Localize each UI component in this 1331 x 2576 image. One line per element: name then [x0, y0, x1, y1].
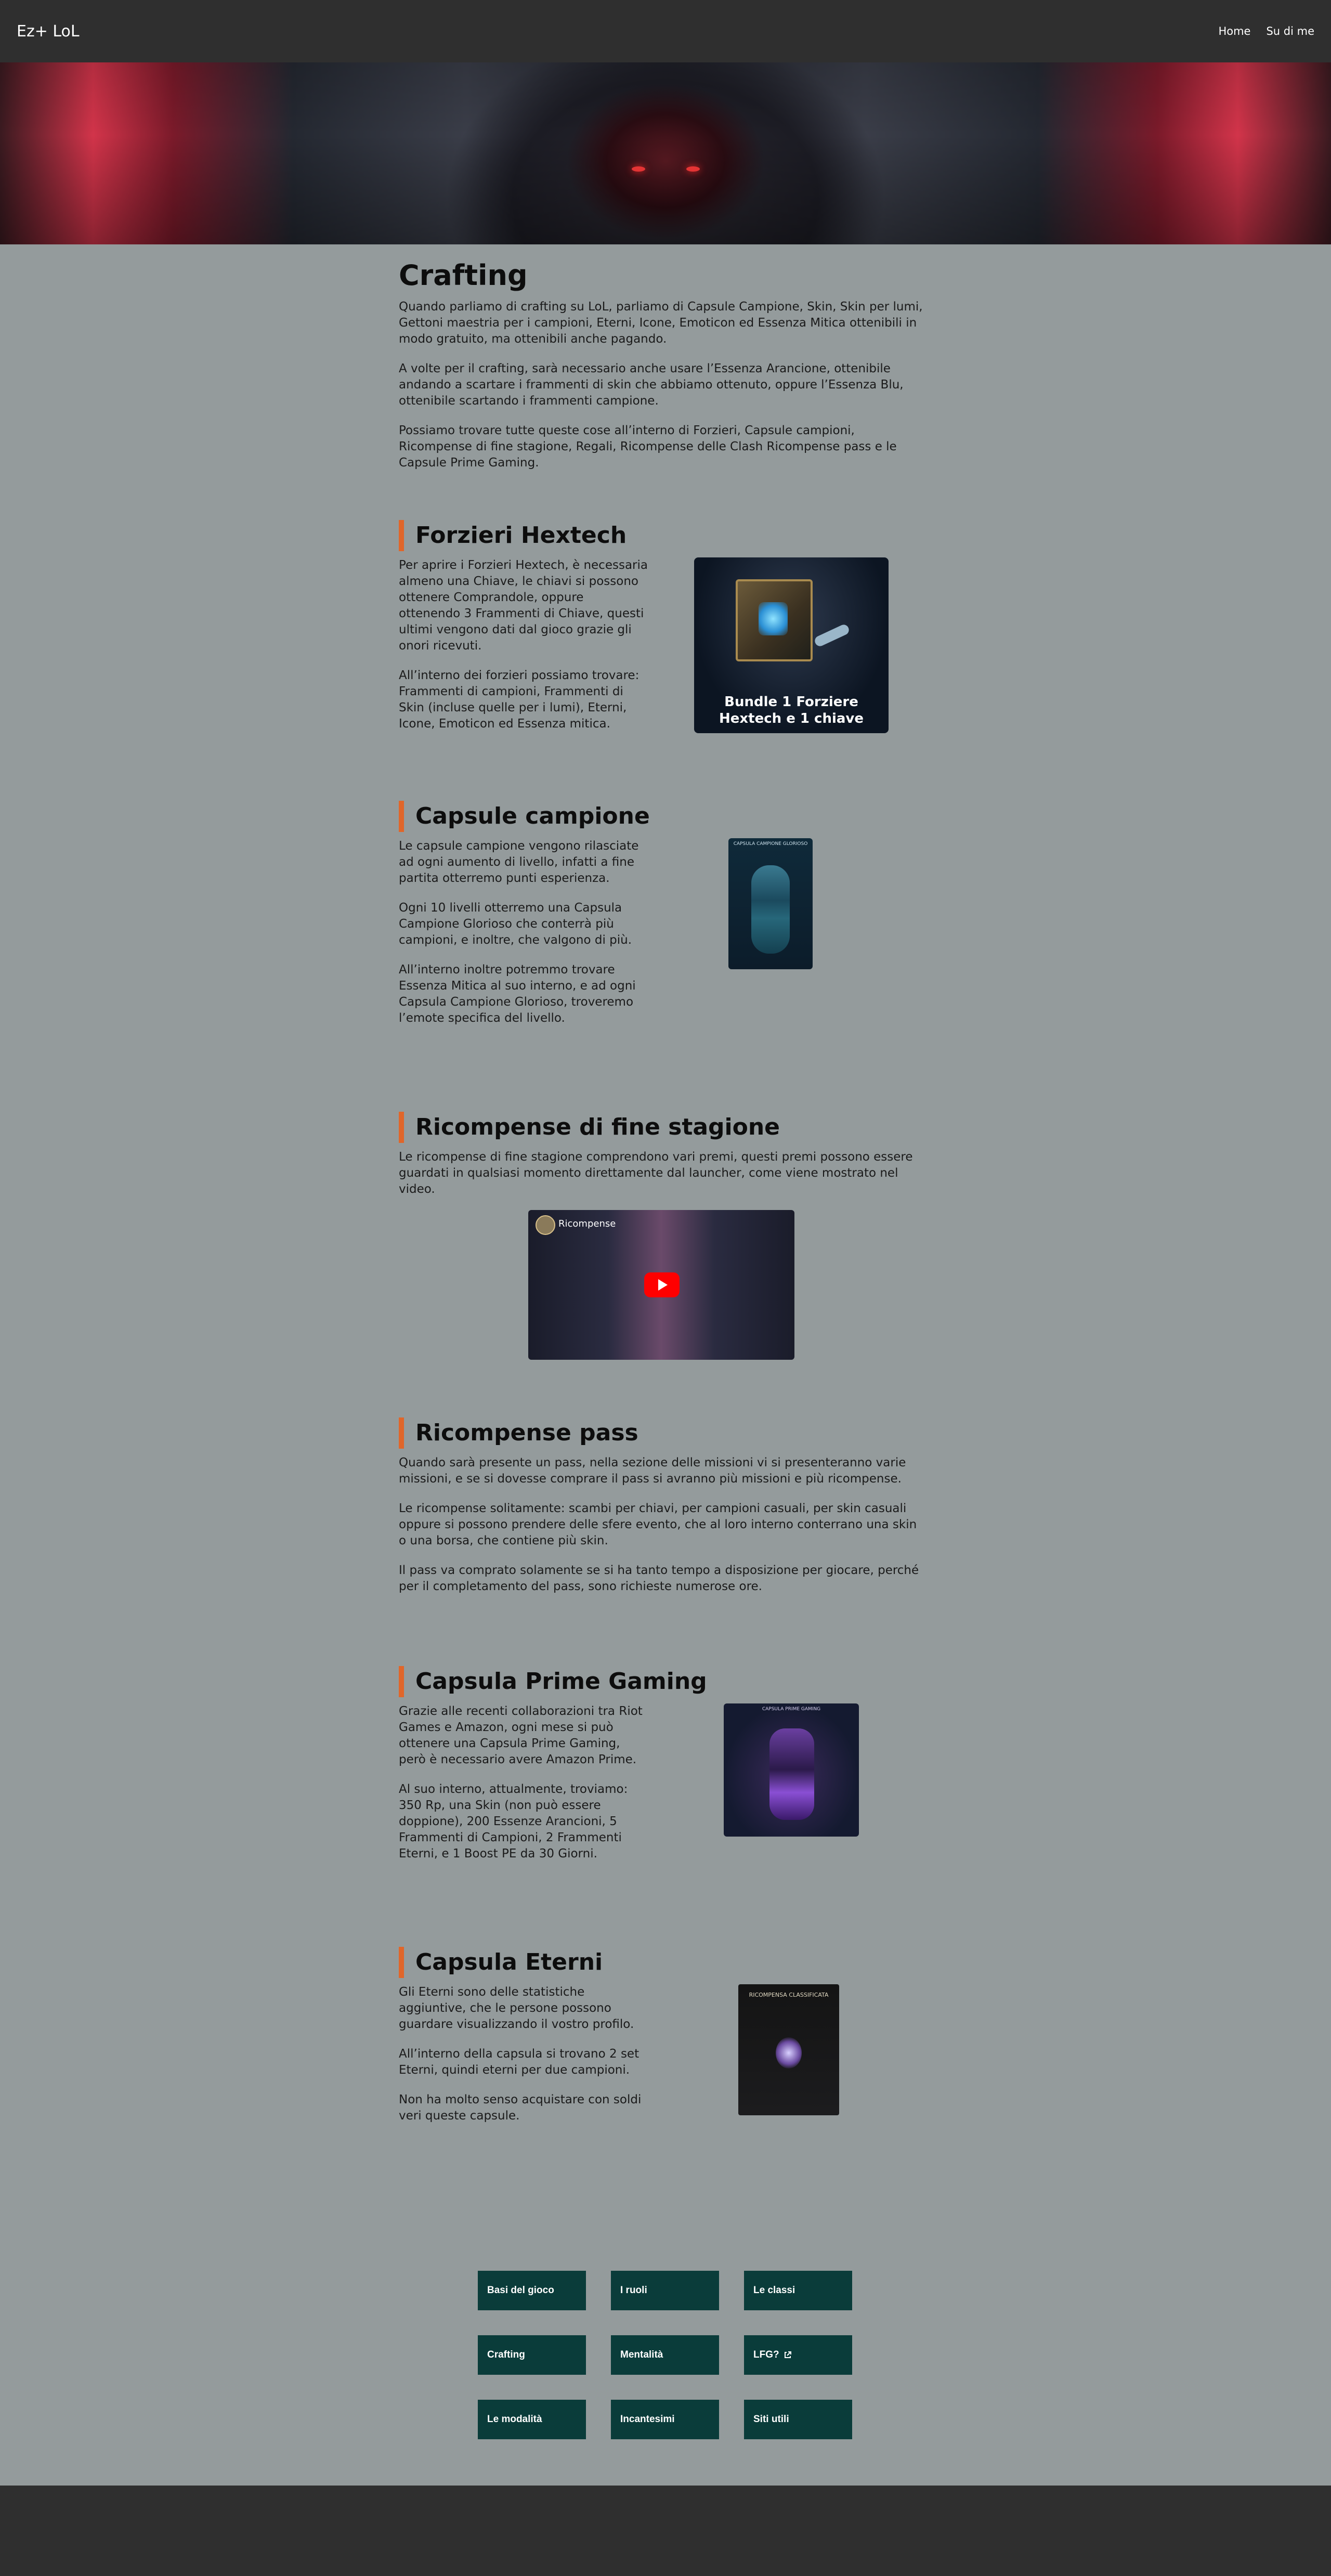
- section-paragraph: All’interno della capsula si trovano 2 s…: [399, 2047, 640, 2077]
- external-link-icon: [784, 2351, 791, 2358]
- section-paragraph: Le ricompense di fine stagione comprendo…: [399, 1150, 913, 1196]
- section-paragraph: Quando sarà presente un pass, nella sezi…: [399, 1456, 906, 1486]
- play-icon: [658, 1279, 668, 1291]
- play-button[interactable]: [644, 1272, 680, 1297]
- brand-logo[interactable]: Ez+ LoL: [17, 22, 80, 41]
- page-link-grid: Basi del gioco I ruoli Le classi Craftin…: [478, 2271, 852, 2439]
- intro-section: Crafting Quando parliamo di crafting su …: [399, 244, 924, 471]
- section-paragraph: Le ricompense solitamente: scambi per ch…: [399, 1502, 917, 1547]
- navbar: Ez+ LoL Home Su di me: [0, 0, 1331, 62]
- link-lfg-label: LFG?: [753, 2349, 779, 2360]
- section-title: Ricompense di fine stagione: [399, 1112, 924, 1143]
- footer: [0, 2486, 1331, 2576]
- section-paragraph: Il pass va comprato solamente se si ha t…: [399, 1564, 919, 1593]
- hextech-chest-image: Bundle 1 Forziere Hextech e 1 chiave: [694, 557, 889, 733]
- image-label: RICOMPENSA CLASSIFICATA: [749, 1992, 829, 1998]
- section-paragraph: Al suo interno, attualmente, troviamo: 3…: [399, 1783, 628, 1861]
- hero-eye-left: [632, 166, 645, 172]
- capsule-icon: [769, 1728, 814, 1820]
- eterni-capsule-image: RICOMPENSA CLASSIFICATA: [738, 1984, 839, 2115]
- key-icon: [813, 623, 851, 648]
- section-title: Capsule campione: [399, 801, 924, 832]
- section-prime: Capsula Prime Gaming Grazie alle recenti…: [399, 1666, 924, 1862]
- hero-banner: [0, 62, 1331, 244]
- link-basi-del-gioco[interactable]: Basi del gioco: [478, 2271, 586, 2310]
- section-paragraph: Le capsule campione vengono rilasciate a…: [399, 839, 639, 885]
- section-stagione: Ricompense di fine stagione Le ricompens…: [399, 1112, 924, 1360]
- image-label: CAPSULA CAMPIONE GLORIOSO: [733, 841, 808, 847]
- section-title: Capsula Prime Gaming: [399, 1666, 924, 1697]
- video-title[interactable]: Ricompense: [558, 1218, 616, 1229]
- link-le-modalita[interactable]: Le modalità: [478, 2400, 586, 2439]
- hero-eye-right: [686, 166, 700, 172]
- link-mentalita[interactable]: Mentalità: [611, 2335, 719, 2375]
- section-paragraph: All’interno dei forzieri possiamo trovar…: [399, 669, 640, 731]
- link-lfg[interactable]: LFG?: [744, 2335, 852, 2375]
- section-capsule: Capsule campione Le capsule campione ven…: [399, 801, 924, 1026]
- image-caption: Bundle 1 Forziere Hextech e 1 chiave: [719, 694, 864, 726]
- section-paragraph: Per aprire i Forzieri Hextech, è necessa…: [399, 558, 648, 653]
- section-paragraph: All’interno inoltre potremmo trovare Ess…: [399, 963, 636, 1025]
- nav-link-about[interactable]: Su di me: [1266, 25, 1314, 37]
- section-eterni: Capsula Eterni Gli Eterni sono delle sta…: [399, 1947, 924, 2124]
- champion-capsule-image: CAPSULA CAMPIONE GLORIOSO: [728, 838, 813, 969]
- intro-paragraph: A volte per il crafting, sarà necessario…: [399, 362, 904, 408]
- page-title: Crafting: [399, 259, 528, 292]
- channel-avatar: [536, 1215, 555, 1235]
- nav-links: Home Su di me: [1218, 25, 1314, 37]
- intro-paragraph: Possiamo trovare tutte queste cose all’i…: [399, 424, 897, 470]
- section-title: Forzieri Hextech: [399, 520, 924, 551]
- section-paragraph: Ogni 10 livelli otterremo una Capsula Ca…: [399, 901, 632, 947]
- image-label: CAPSULA PRIME GAMING: [762, 1707, 821, 1712]
- section-paragraph: Non ha molto senso acquistare con soldi …: [399, 2093, 642, 2123]
- chest-icon: [736, 579, 813, 661]
- section-title: Capsula Eterni: [399, 1947, 924, 1978]
- prime-capsule-image: CAPSULA PRIME GAMING: [724, 1703, 859, 1837]
- capsule-icon: [751, 865, 790, 954]
- link-incantesimi[interactable]: Incantesimi: [611, 2400, 719, 2439]
- link-i-ruoli[interactable]: I ruoli: [611, 2271, 719, 2310]
- section-paragraph: Grazie alle recenti collaborazioni tra R…: [399, 1705, 643, 1766]
- section-title: Ricompense pass: [399, 1417, 924, 1449]
- nav-link-home[interactable]: Home: [1218, 25, 1250, 37]
- intro-paragraph: Quando parliamo di crafting su LoL, parl…: [399, 300, 923, 346]
- section-paragraph: Gli Eterni sono delle statistiche aggiun…: [399, 1985, 634, 2031]
- eterni-emblem-icon: [776, 2037, 802, 2068]
- section-pass: Ricompense pass Quando sarà presente un …: [399, 1417, 924, 1595]
- link-crafting[interactable]: Crafting: [478, 2335, 586, 2375]
- link-le-classi[interactable]: Le classi: [744, 2271, 852, 2310]
- link-siti-utili[interactable]: Siti utili: [744, 2400, 852, 2439]
- section-forzieri: Forzieri Hextech Per aprire i Forzieri H…: [399, 520, 924, 733]
- video-player[interactable]: Ricompense: [528, 1210, 794, 1360]
